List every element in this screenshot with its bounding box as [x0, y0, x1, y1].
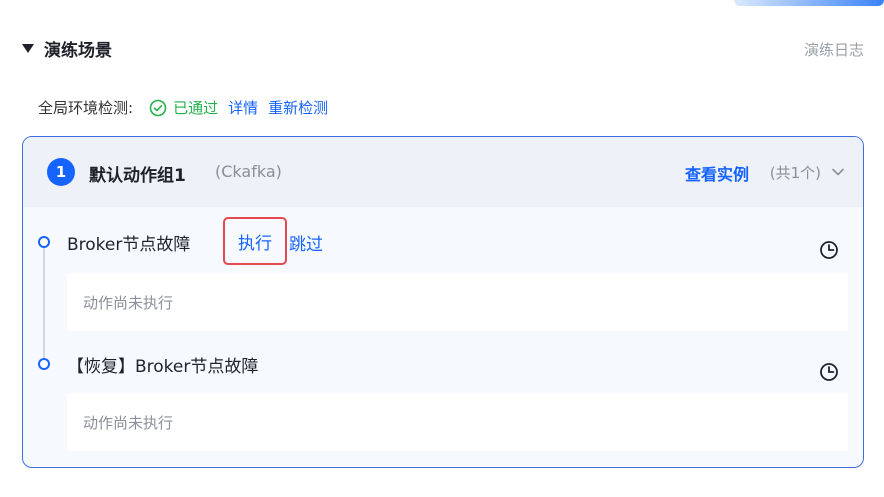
group-number-badge: 1	[47, 158, 75, 186]
action-name: 【恢复】Broker节点故障	[67, 357, 259, 377]
action-group-card: 1 默认动作组1 (Ckafka) 查看实例 (共1个) Broker节点故障 …	[22, 136, 864, 468]
top-accent-bar	[734, 0, 884, 6]
recheck-link[interactable]: 重新检测	[268, 97, 328, 118]
timeline-dot	[38, 236, 50, 248]
env-check-row: 全局环境检测: 已通过 详情 重新检测	[38, 97, 328, 118]
scenario-title: 演练场景	[44, 41, 112, 61]
check-circle-icon	[149, 99, 167, 116]
execute-button[interactable]: 执行	[223, 217, 287, 265]
action-status-text: 动作尚未执行	[83, 414, 174, 432]
triangle-down-icon[interactable]	[22, 44, 34, 53]
chevron-down-icon[interactable]	[831, 165, 845, 179]
action-status-box: 动作尚未执行	[67, 393, 848, 451]
env-check-status: 已通过	[173, 99, 219, 117]
view-instances-link[interactable]: 查看实例	[685, 161, 749, 185]
details-link[interactable]: 详情	[228, 97, 258, 118]
skip-button[interactable]: 跳过	[289, 230, 323, 255]
drill-log-link[interactable]: 演练日志	[804, 39, 864, 60]
group-subtitle: (Ckafka)	[215, 162, 282, 181]
action-status-box: 动作尚未执行	[67, 273, 848, 331]
timeline-line	[43, 243, 45, 365]
clock-icon[interactable]	[819, 362, 839, 382]
group-title: 默认动作组1	[89, 166, 186, 186]
instance-count: (共1个)	[769, 164, 821, 182]
env-check-label: 全局环境检测:	[38, 99, 134, 117]
clock-icon[interactable]	[819, 240, 839, 260]
timeline-dot	[38, 358, 50, 370]
action-group-header[interactable]: 1 默认动作组1 (Ckafka) 查看实例 (共1个)	[23, 137, 863, 207]
scenario-header[interactable]: 演练场景	[22, 36, 112, 61]
action-status-text: 动作尚未执行	[83, 294, 174, 312]
action-name: Broker节点故障	[67, 235, 191, 255]
